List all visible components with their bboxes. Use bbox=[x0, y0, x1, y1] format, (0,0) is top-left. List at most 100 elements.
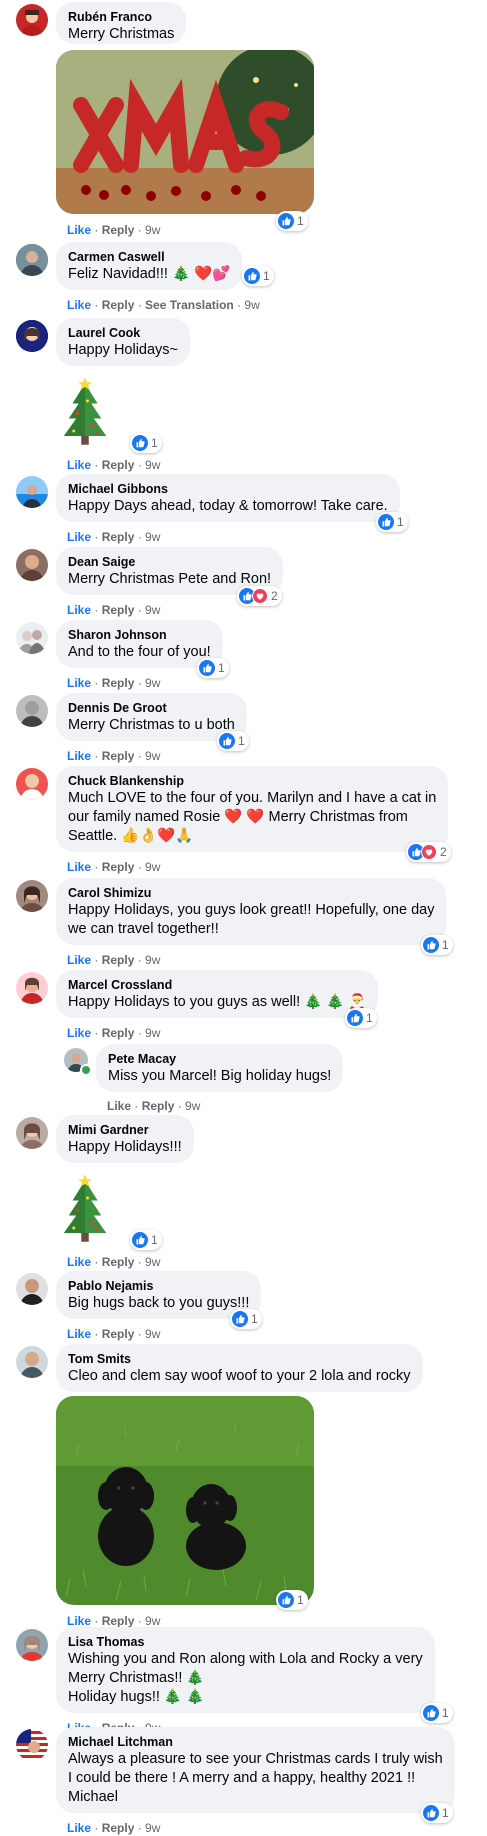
like-link[interactable]: Like bbox=[67, 860, 91, 874]
reaction-number: 2 bbox=[440, 845, 447, 859]
comment-author[interactable]: Chuck Blankenship bbox=[68, 773, 436, 789]
avatar[interactable] bbox=[16, 4, 48, 36]
like-link[interactable]: Like bbox=[67, 1255, 91, 1269]
reply-link[interactable]: Reply bbox=[102, 1255, 135, 1269]
reaction-count[interactable]: 1 bbox=[276, 211, 308, 231]
like-link[interactable]: Like bbox=[67, 749, 91, 763]
reaction-count[interactable]: 1 bbox=[276, 1590, 308, 1610]
avatar[interactable] bbox=[16, 972, 48, 1004]
comment-author[interactable]: Sharon Johnson bbox=[68, 627, 211, 643]
comment: Tom Smits Cleo and clem say woof woof to… bbox=[0, 1342, 487, 1628]
like-link[interactable]: Like bbox=[67, 223, 91, 237]
avatar[interactable] bbox=[16, 880, 48, 912]
comment-bubble: Michael Gibbons Happy Days ahead, today … bbox=[56, 474, 400, 522]
comment-author[interactable]: Lisa Thomas bbox=[68, 1634, 423, 1650]
comment-author[interactable]: Dean Saige bbox=[68, 554, 271, 570]
like-link[interactable]: Like bbox=[67, 530, 91, 544]
reaction-count[interactable]: 2 bbox=[237, 586, 282, 606]
reply-link[interactable]: Reply bbox=[142, 1099, 175, 1113]
reply-link[interactable]: Reply bbox=[102, 1821, 135, 1835]
avatar[interactable] bbox=[16, 476, 48, 508]
timestamp[interactable]: 9w bbox=[185, 1099, 200, 1113]
like-link[interactable]: Like bbox=[67, 953, 91, 967]
comment-author[interactable]: Marcel Crossland bbox=[68, 977, 366, 993]
reaction-count[interactable]: 1 bbox=[217, 731, 249, 751]
reply-link[interactable]: Reply bbox=[102, 603, 135, 617]
avatar[interactable] bbox=[16, 1629, 48, 1661]
comment: Rubén Franco Merry Christmas 1 Like · Re… bbox=[0, 0, 487, 237]
avatar[interactable] bbox=[16, 695, 48, 727]
comment-author[interactable]: Michael Gibbons bbox=[68, 481, 388, 497]
reaction-count[interactable]: 1 bbox=[421, 935, 453, 955]
dogs-photo[interactable] bbox=[56, 1396, 314, 1605]
xmas-photo[interactable] bbox=[56, 50, 314, 214]
reaction-count[interactable]: 1 bbox=[197, 658, 229, 678]
comment-author[interactable]: Dennis De Groot bbox=[68, 700, 235, 716]
like-link[interactable]: Like bbox=[67, 603, 91, 617]
like-link[interactable]: Like bbox=[107, 1099, 131, 1113]
timestamp[interactable]: 9w bbox=[145, 1821, 160, 1835]
comment-author[interactable]: Pete Macay bbox=[108, 1051, 331, 1067]
reaction-count[interactable]: 1 bbox=[230, 1309, 262, 1329]
timestamp[interactable]: 9w bbox=[145, 458, 160, 472]
comment-text: Cleo and clem say woof woof to your 2 lo… bbox=[68, 1368, 411, 1384]
comment-text: Happy Holidays, you guys look great!! Ho… bbox=[68, 902, 435, 918]
timestamp[interactable]: 9w bbox=[145, 1026, 160, 1040]
comment-author[interactable]: Mimi Gardner bbox=[68, 1122, 182, 1138]
see-translation-link[interactable]: See Translation bbox=[145, 298, 234, 312]
timestamp[interactable]: 9w bbox=[145, 603, 160, 617]
like-link[interactable]: Like bbox=[67, 298, 91, 312]
avatar[interactable] bbox=[16, 622, 48, 654]
comment-author[interactable]: Michael Litchman bbox=[68, 1734, 443, 1750]
timestamp[interactable]: 9w bbox=[145, 223, 160, 237]
comment-author[interactable]: Pablo Nejamis bbox=[68, 1278, 249, 1294]
reply-link[interactable]: Reply bbox=[102, 298, 135, 312]
timestamp[interactable]: 9w bbox=[145, 1255, 160, 1269]
reaction-count[interactable]: 1 bbox=[130, 1230, 162, 1250]
reaction-count[interactable]: 2 bbox=[406, 842, 451, 862]
timestamp[interactable]: 9w bbox=[145, 860, 160, 874]
reply-link[interactable]: Reply bbox=[102, 530, 135, 544]
timestamp[interactable]: 9w bbox=[145, 676, 160, 690]
timestamp[interactable]: 9w bbox=[145, 953, 160, 967]
comment-author[interactable]: Tom Smits bbox=[68, 1351, 411, 1367]
christmas-tree-sticker[interactable] bbox=[60, 376, 110, 461]
like-link[interactable]: Like bbox=[67, 1327, 91, 1341]
reaction-count[interactable]: 1 bbox=[421, 1803, 453, 1823]
reaction-count[interactable]: 1 bbox=[345, 1008, 377, 1028]
reply-link[interactable]: Reply bbox=[102, 1327, 135, 1341]
reply-link[interactable]: Reply bbox=[102, 860, 135, 874]
avatar[interactable] bbox=[16, 1117, 48, 1149]
timestamp[interactable]: 9w bbox=[145, 530, 160, 544]
like-reaction-icon bbox=[423, 937, 439, 953]
comment-author[interactable]: Carmen Caswell bbox=[68, 249, 230, 265]
avatar[interactable] bbox=[16, 244, 48, 276]
reply-link[interactable]: Reply bbox=[102, 676, 135, 690]
reaction-count[interactable]: 1 bbox=[376, 512, 408, 532]
avatar[interactable] bbox=[16, 768, 48, 800]
timestamp[interactable]: 9w bbox=[244, 298, 259, 312]
avatar[interactable] bbox=[16, 320, 48, 352]
comment-author[interactable]: Carol Shimizu bbox=[68, 885, 434, 901]
reply-link[interactable]: Reply bbox=[102, 953, 135, 967]
like-link[interactable]: Like bbox=[67, 1821, 91, 1835]
reply-link[interactable]: Reply bbox=[102, 223, 135, 237]
reply-link[interactable]: Reply bbox=[102, 1026, 135, 1040]
reply-link[interactable]: Reply bbox=[102, 458, 135, 472]
reaction-count[interactable]: 1 bbox=[130, 433, 162, 453]
avatar[interactable] bbox=[16, 1273, 48, 1305]
reaction-count[interactable]: 1 bbox=[421, 1703, 453, 1723]
like-link[interactable]: Like bbox=[67, 676, 91, 690]
reply-link[interactable]: Reply bbox=[102, 749, 135, 763]
like-link[interactable]: Like bbox=[67, 1026, 91, 1040]
like-link[interactable]: Like bbox=[67, 458, 91, 472]
timestamp[interactable]: 9w bbox=[145, 1327, 160, 1341]
avatar[interactable] bbox=[16, 549, 48, 581]
comment-author[interactable]: Laurel Cook bbox=[68, 325, 178, 341]
timestamp[interactable]: 9w bbox=[145, 749, 160, 763]
comment-author[interactable]: Rubén Franco bbox=[68, 9, 174, 25]
avatar[interactable] bbox=[16, 1346, 48, 1378]
avatar[interactable] bbox=[16, 1729, 48, 1761]
christmas-tree-sticker[interactable] bbox=[60, 1173, 110, 1258]
reaction-count[interactable]: 1 bbox=[242, 266, 274, 286]
